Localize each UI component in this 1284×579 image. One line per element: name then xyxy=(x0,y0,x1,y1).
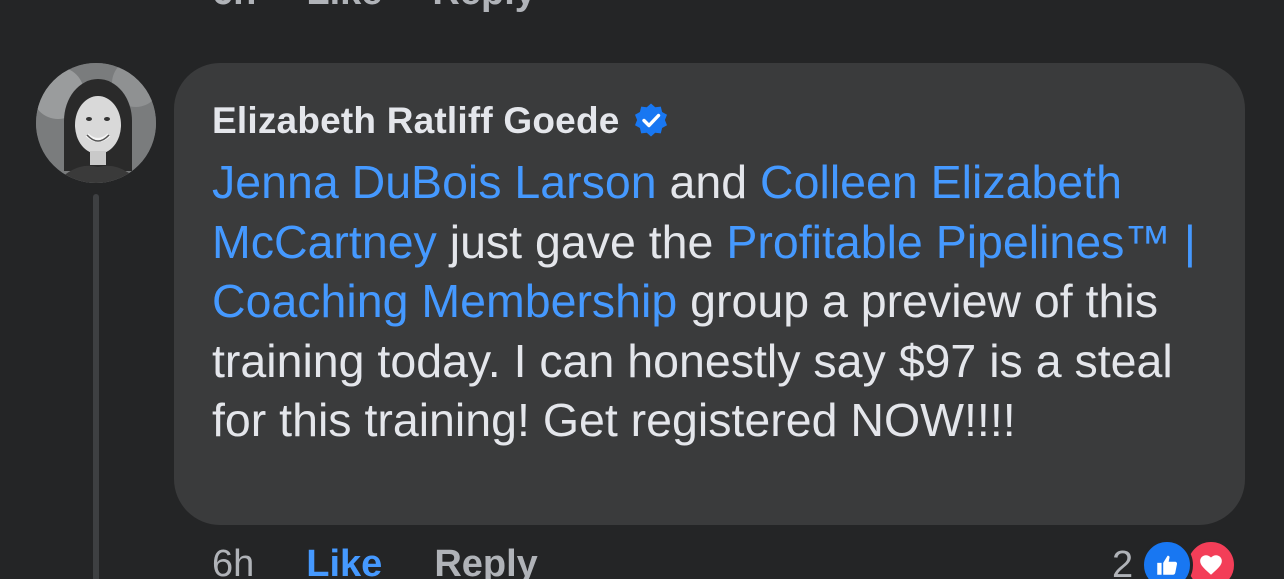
previous-comment-like-link[interactable]: Like xyxy=(306,0,382,14)
comment-text-segment: and xyxy=(656,156,761,208)
reaction-summary[interactable]: 2 xyxy=(1112,539,1238,579)
previous-comment-time: 6h xyxy=(212,0,256,14)
previous-comment-actions: 6h Like Reply xyxy=(212,0,536,14)
like-link[interactable]: Like xyxy=(306,541,382,579)
comment-body: Jenna DuBois Larson and Colleen Elizabet… xyxy=(212,153,1222,451)
comment-thread: 6h Like Reply Elizabeth Ratliff Go xyxy=(0,0,1284,579)
comment-author-name[interactable]: Elizabeth Ratliff Goede xyxy=(212,100,620,142)
avatar[interactable] xyxy=(36,63,156,183)
reply-link[interactable]: Reply xyxy=(434,541,537,579)
comment-actions: 6h Like Reply xyxy=(212,541,538,579)
verified-badge-icon xyxy=(632,102,670,140)
comment-bubble: Elizabeth Ratliff Goede Jenna DuBois Lar… xyxy=(174,63,1245,525)
comment-header: Elizabeth Ratliff Goede xyxy=(212,97,1209,145)
avatar-photo xyxy=(36,63,156,183)
comment-timestamp[interactable]: 6h xyxy=(212,541,254,579)
like-icon xyxy=(1141,539,1194,579)
mention-link[interactable]: Jenna DuBois Larson xyxy=(212,156,657,208)
thread-line xyxy=(93,194,99,579)
previous-comment-reply-link[interactable]: Reply xyxy=(432,0,535,14)
comment-text-segment: just gave the xyxy=(436,215,727,268)
love-icon xyxy=(1185,539,1238,579)
reaction-count: 2 xyxy=(1112,544,1134,579)
